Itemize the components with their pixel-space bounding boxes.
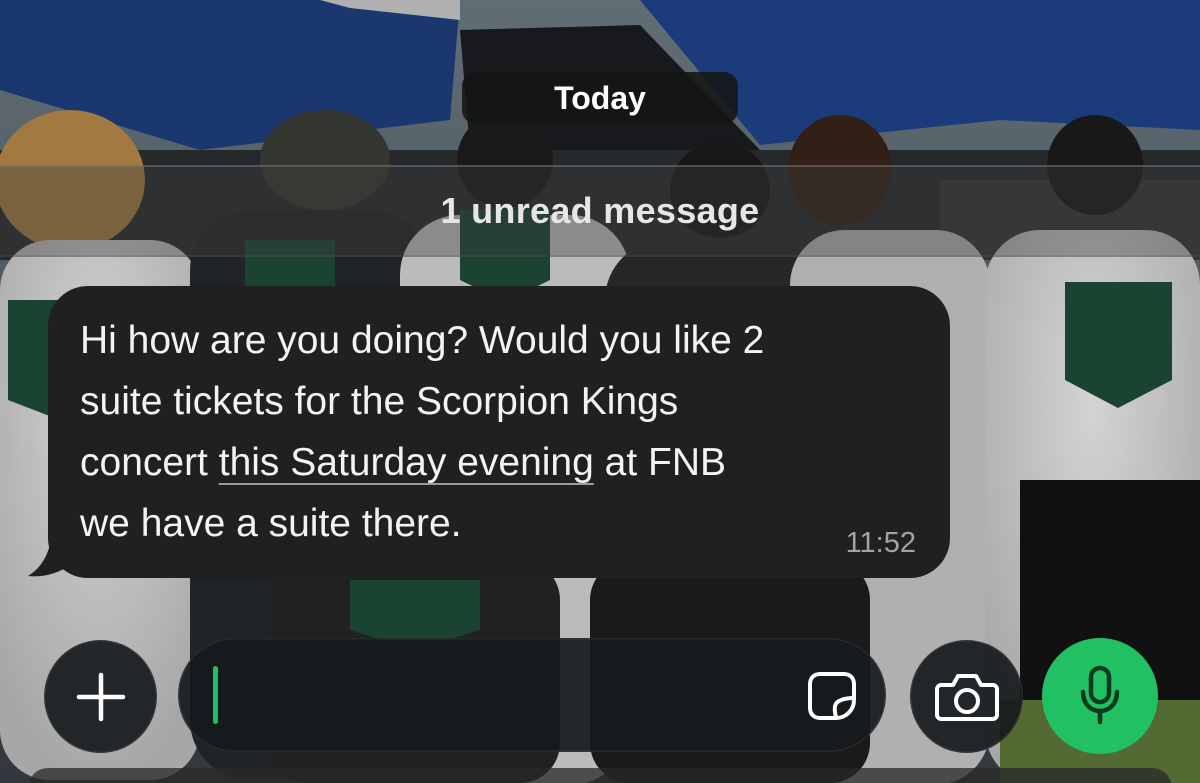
- camera-button[interactable]: [910, 640, 1023, 753]
- unread-messages-banner: 1 unread message: [0, 165, 1200, 257]
- camera-icon: [934, 673, 999, 721]
- voice-message-button[interactable]: [1042, 638, 1158, 754]
- attach-button[interactable]: [44, 640, 157, 753]
- keyboard-edge: [28, 768, 1172, 783]
- message-bubble-incoming[interactable]: Hi how are you doing? Would you like 2 s…: [48, 286, 950, 578]
- date-separator: Today: [462, 72, 738, 124]
- message-timestamp: 11:52: [845, 527, 916, 559]
- date-separator-label: Today: [554, 79, 646, 116]
- message-input[interactable]: [178, 638, 886, 752]
- plus-icon: [76, 672, 125, 721]
- message-text: Hi how are you doing? Would you like 2 s…: [80, 310, 910, 554]
- chat-screen: Today 1 unread message Hi how are you do…: [0, 0, 1200, 783]
- text-caret: [213, 666, 218, 724]
- unread-messages-label: 1 unread message: [440, 190, 760, 231]
- sticker-icon[interactable]: [806, 670, 858, 722]
- message-date-link[interactable]: this Saturday evening: [219, 441, 594, 484]
- microphone-icon: [1080, 665, 1120, 725]
